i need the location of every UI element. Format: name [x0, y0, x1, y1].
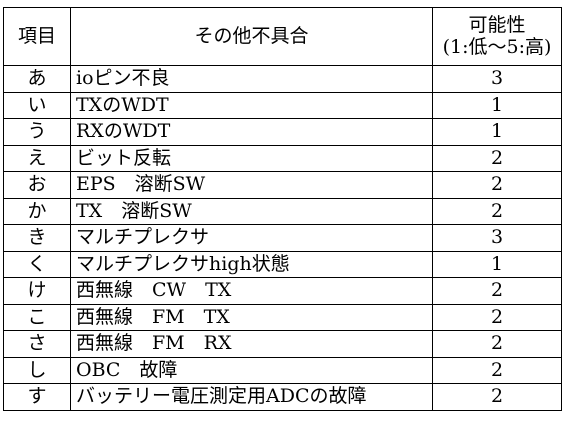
probability-header-scale: (1:低～5:高): [442, 36, 552, 58]
defect-table: 項目 その他不具合 可能性 (1:低～5:高) あ ioピン不良 3 い TXの…: [3, 7, 562, 411]
probability-cell: 1: [432, 250, 562, 278]
probability-cell: 3: [432, 65, 562, 93]
description-cell: 西無線 FM TX: [70, 303, 433, 331]
table-row: く マルチプレクサhigh状態 1: [3, 250, 562, 278]
item-cell: あ: [3, 65, 71, 93]
description-column-header: その他不具合: [70, 7, 433, 66]
table-row: さ 西無線 FM RX 2: [3, 330, 562, 358]
item-cell: さ: [3, 330, 71, 358]
item-cell: く: [3, 250, 71, 278]
probability-cell: 2: [432, 303, 562, 331]
description-cell: OBC 故障: [70, 356, 433, 384]
table-row: す バッテリー電圧測定用ADCの故障 2: [3, 383, 562, 411]
item-cell: き: [3, 224, 71, 252]
item-cell: け: [3, 277, 71, 305]
probability-cell: 2: [432, 277, 562, 305]
item-cell: こ: [3, 303, 71, 331]
table-row: う RXのWDT 1: [3, 118, 562, 146]
table-row: え ビット反転 2: [3, 144, 562, 172]
item-cell: い: [3, 91, 71, 119]
table-row: き マルチプレクサ 3: [3, 224, 562, 252]
probability-cell: 2: [432, 356, 562, 384]
description-cell: 西無線 FM RX: [70, 330, 433, 358]
description-cell: ビット反転: [70, 144, 433, 172]
item-cell: お: [3, 171, 71, 199]
probability-cell: 2: [432, 197, 562, 225]
description-cell: TXのWDT: [70, 91, 433, 119]
description-cell: ioピン不良: [70, 65, 433, 93]
probability-column-header: 可能性 (1:低～5:高): [432, 7, 562, 66]
table-row: い TXのWDT 1: [3, 91, 562, 119]
probability-cell: 2: [432, 383, 562, 411]
table-row: し OBC 故障 2: [3, 356, 562, 384]
description-cell: バッテリー電圧測定用ADCの故障: [70, 383, 433, 411]
probability-cell: 3: [432, 224, 562, 252]
table-row: こ 西無線 FM TX 2: [3, 303, 562, 331]
table-row: か TX 溶断SW 2: [3, 197, 562, 225]
description-cell: RXのWDT: [70, 118, 433, 146]
table-row: お EPS 溶断SW 2: [3, 171, 562, 199]
probability-cell: 2: [432, 171, 562, 199]
probability-cell: 1: [432, 91, 562, 119]
table-row: け 西無線 CW TX 2: [3, 277, 562, 305]
item-cell: え: [3, 144, 71, 172]
table-row: あ ioピン不良 3: [3, 65, 562, 93]
description-cell: EPS 溶断SW: [70, 171, 433, 199]
item-cell: う: [3, 118, 71, 146]
item-column-header: 項目: [3, 7, 71, 66]
description-cell: マルチプレクサ: [70, 224, 433, 252]
item-cell: か: [3, 197, 71, 225]
description-cell: 西無線 CW TX: [70, 277, 433, 305]
header-row: 項目 その他不具合 可能性 (1:低～5:高): [3, 7, 562, 66]
probability-cell: 1: [432, 118, 562, 146]
item-cell: す: [3, 383, 71, 411]
probability-header-title: 可能性: [468, 14, 526, 36]
description-cell: TX 溶断SW: [70, 197, 433, 225]
item-cell: し: [3, 356, 71, 384]
probability-cell: 2: [432, 144, 562, 172]
probability-cell: 2: [432, 330, 562, 358]
description-cell: マルチプレクサhigh状態: [70, 250, 433, 278]
